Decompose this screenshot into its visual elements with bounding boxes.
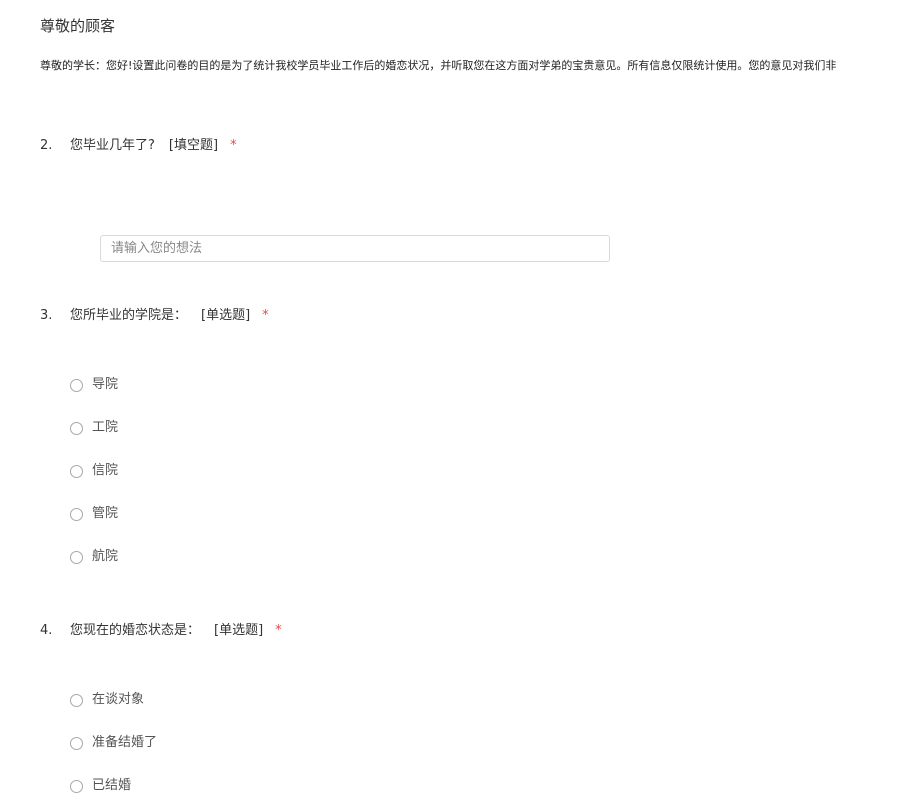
- graduation-years-input[interactable]: [100, 235, 610, 262]
- option-label: 已结婚: [92, 778, 132, 793]
- marital-option-1[interactable]: 在谈对象: [70, 690, 144, 710]
- radio-button[interactable]: [70, 378, 83, 392]
- survey-title: 尊敬的顾客: [40, 17, 116, 35]
- option-label: 工院: [92, 420, 119, 435]
- option-label: 航院: [92, 549, 119, 564]
- college-option-3[interactable]: 信院: [70, 461, 118, 481]
- question-number: 3.: [40, 308, 53, 323]
- question-type: [单选题]: [214, 623, 264, 638]
- marital-option-3[interactable]: 已结婚: [70, 776, 131, 796]
- required-asterisk: *: [275, 623, 282, 638]
- radio-button[interactable]: [70, 693, 83, 707]
- college-option-5[interactable]: 航院: [70, 547, 118, 567]
- question-2-header: 2. 您毕业几年了? [填空题] *: [40, 136, 237, 156]
- question-number: 2.: [40, 138, 53, 153]
- question-title: 您所毕业的学院是：: [70, 308, 188, 323]
- survey-intro: 尊敬的学长：您好!设置此问卷的目的是为了统计我校学员毕业工作后的婚恋状况，并听取…: [40, 59, 837, 72]
- marital-option-2[interactable]: 准备结婚了: [70, 733, 157, 753]
- option-label: 信院: [92, 463, 119, 478]
- required-asterisk: *: [230, 138, 237, 153]
- option-label: 准备结婚了: [92, 735, 158, 750]
- question-3-header: 3. 您所毕业的学院是： [单选题] *: [40, 306, 269, 326]
- college-option-4[interactable]: 管院: [70, 504, 118, 524]
- radio-button[interactable]: [70, 779, 83, 793]
- college-option-2[interactable]: 工院: [70, 418, 118, 438]
- question-title: 您现在的婚恋状态是：: [70, 623, 201, 638]
- option-label: 在谈对象: [92, 692, 145, 707]
- radio-button[interactable]: [70, 736, 83, 750]
- radio-button[interactable]: [70, 464, 83, 478]
- question-number: 4.: [40, 623, 53, 638]
- question-title: 您毕业几年了?: [70, 138, 155, 153]
- survey-page: 尊敬的顾客 尊敬的学长：您好!设置此问卷的目的是为了统计我校学员毕业工作后的婚恋…: [0, 0, 900, 800]
- option-label: 导院: [92, 377, 119, 392]
- required-asterisk: *: [262, 308, 269, 323]
- question-type: [填空题]: [168, 138, 219, 153]
- radio-button[interactable]: [70, 421, 83, 435]
- question-4-header: 4. 您现在的婚恋状态是： [单选题] *: [40, 621, 282, 641]
- college-option-1[interactable]: 导院: [70, 375, 118, 395]
- option-label: 管院: [92, 506, 119, 521]
- radio-button[interactable]: [70, 550, 83, 564]
- question-type: [单选题]: [201, 308, 251, 323]
- radio-button[interactable]: [70, 507, 83, 521]
